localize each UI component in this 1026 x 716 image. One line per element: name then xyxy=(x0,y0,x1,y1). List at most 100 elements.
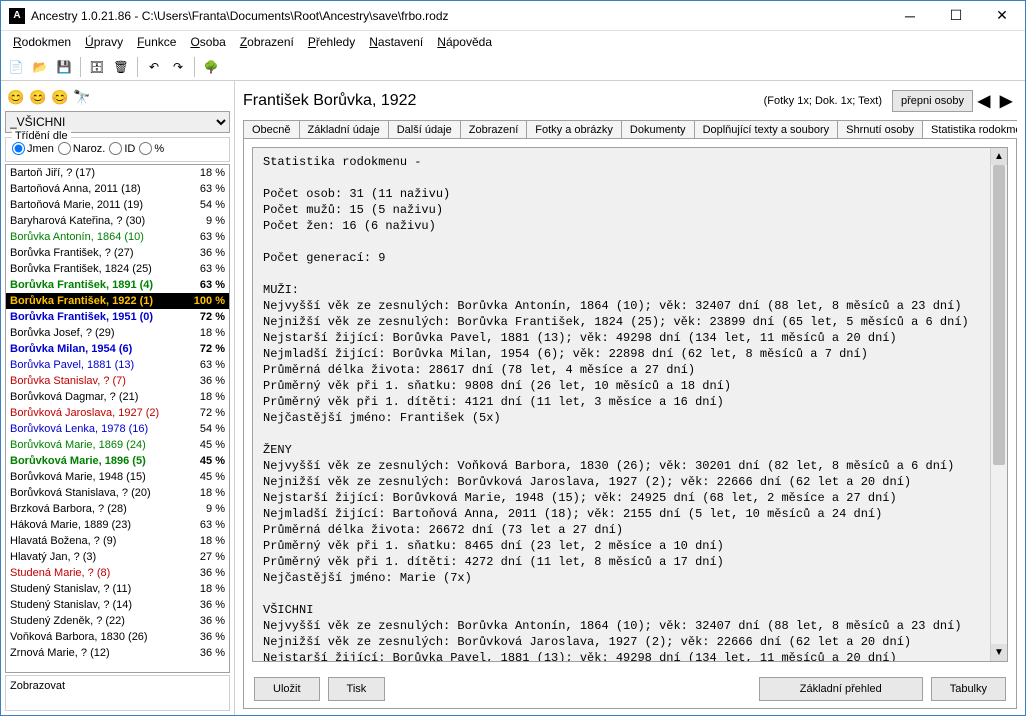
menu-funkce[interactable]: Funkce xyxy=(131,33,182,51)
list-item[interactable]: Borůvková Stanislava, ? (20)18 % xyxy=(6,485,229,501)
tab-6[interactable]: Doplňující texty a soubory xyxy=(694,120,839,139)
sort-jmen[interactable]: Jmen xyxy=(12,142,54,155)
list-item[interactable]: Bartoňová Marie, 2011 (19)54 % xyxy=(6,197,229,213)
list-item[interactable]: Hlavatá Božena, ? (9)18 % xyxy=(6,533,229,549)
tables-button[interactable]: Tabulky xyxy=(931,677,1006,701)
sort-id[interactable]: ID xyxy=(109,142,135,155)
tab-3[interactable]: Zobrazení xyxy=(460,120,528,139)
person-name: Studený Zdeněk, ? (22) xyxy=(10,613,125,629)
close-button[interactable]: ✕ xyxy=(979,1,1025,31)
list-item[interactable]: Borůvka František, 1922 (1)100 % xyxy=(6,293,229,309)
tab-0[interactable]: Obecně xyxy=(243,120,300,139)
person-name: Borůvka František, 1922 (1) xyxy=(10,293,153,309)
list-item[interactable]: Borůvka František, 1824 (25)63 % xyxy=(6,261,229,277)
list-item[interactable]: Borůvka Milan, 1954 (6)72 % xyxy=(6,341,229,357)
list-item[interactable]: Borůvka Stanislav, ? (7)36 % xyxy=(6,373,229,389)
person-other-icon[interactable]: 😊 xyxy=(51,88,69,106)
list-item[interactable]: Studená Marie, ? (8)36 % xyxy=(6,565,229,581)
scroll-thumb[interactable] xyxy=(993,165,1005,465)
scroll-up-icon[interactable]: ▲ xyxy=(991,148,1007,165)
sort-naroz[interactable]: Naroz. xyxy=(58,142,105,155)
list-item[interactable]: Zrnová Marie, ? (12)36 % xyxy=(6,645,229,661)
prev-person-icon[interactable]: ◀ xyxy=(973,90,995,112)
list-item[interactable]: Brzková Barbora, ? (28)9 % xyxy=(6,501,229,517)
person-pct: 18 % xyxy=(200,581,225,597)
person-pct: 63 % xyxy=(200,261,225,277)
list-item[interactable]: Háková Marie, 1889 (23)63 % xyxy=(6,517,229,533)
list-item[interactable]: Studený Zdeněk, ? (22) 36 % xyxy=(6,613,229,629)
save-button[interactable]: Uložit xyxy=(254,677,320,701)
list-item[interactable]: Borůvková Dagmar, ? (21)18 % xyxy=(6,389,229,405)
list-item[interactable]: Bartoň Jiří, ? (17)18 % xyxy=(6,165,229,181)
new-icon[interactable]: 📄 xyxy=(5,56,27,78)
tab-7[interactable]: Shrnutí osoby xyxy=(837,120,923,139)
menu-rodokmen[interactable]: Rodokmen xyxy=(7,33,77,51)
menu-zobrazení[interactable]: Zobrazení xyxy=(234,33,300,51)
open-icon[interactable]: 📂 xyxy=(29,56,51,78)
person-name: Studený Stanislav, ? (14) xyxy=(10,597,132,613)
list-item[interactable]: Borůvka Josef, ? (29)18 % xyxy=(6,325,229,341)
list-item[interactable]: Borůvka Antonín, 1864 (10)63 % xyxy=(6,229,229,245)
list-item[interactable]: Borůvková Lenka, 1978 (16)54 % xyxy=(6,421,229,437)
saveall-icon[interactable]: 🗄 xyxy=(86,56,108,78)
list-item[interactable]: Borůvka František, ? (27)36 % xyxy=(6,245,229,261)
list-item[interactable]: Voňková Barbora, 1830 (26)36 % xyxy=(6,629,229,645)
menu-nastavení[interactable]: Nastavení xyxy=(363,33,429,51)
sort-pct[interactable]: % xyxy=(139,142,164,155)
list-item[interactable]: Studený Stanislav, ? (11) 18 % xyxy=(6,581,229,597)
list-item[interactable]: Borůvka František, 1951 (0)72 % xyxy=(6,309,229,325)
menu-nápověda[interactable]: Nápověda xyxy=(431,33,498,51)
menu-úpravy[interactable]: Úpravy xyxy=(79,33,129,51)
list-item[interactable]: Hlavatý Jan, ? (3)27 % xyxy=(6,549,229,565)
swap-persons-button[interactable]: přepni osoby xyxy=(892,90,973,112)
tab-5[interactable]: Dokumenty xyxy=(621,120,695,139)
list-item[interactable]: Borůvková Marie, 1896 (5)45 % xyxy=(6,453,229,469)
tab-2[interactable]: Další údaje xyxy=(388,120,461,139)
delete-icon[interactable]: 🗑 xyxy=(110,56,132,78)
redo-icon[interactable]: ↷ xyxy=(167,56,189,78)
list-item[interactable]: Studený Stanislav, ? (14)36 % xyxy=(6,597,229,613)
scrollbar[interactable]: ▲ ▼ xyxy=(990,148,1007,661)
list-item[interactable]: Borůvka František, 1891 (4)63 % xyxy=(6,277,229,293)
list-item[interactable]: Borůvková Jaroslava, 1927 (2)72 % xyxy=(6,405,229,421)
tab-4[interactable]: Fotky a obrázky xyxy=(526,120,622,139)
minimize-button[interactable]: ─ xyxy=(887,1,933,31)
person-name: Zrnová Marie, ? (12) xyxy=(10,645,110,661)
tree-icon[interactable]: 🌳 xyxy=(200,56,222,78)
list-item[interactable]: Baryharová Kateřina, ? (30)9 % xyxy=(6,213,229,229)
list-item[interactable]: Borůvková Marie, 1948 (15)45 % xyxy=(6,469,229,485)
menu-osoba[interactable]: Osoba xyxy=(184,33,231,51)
toolbar-sep xyxy=(194,57,195,77)
person-pct: 9 % xyxy=(206,501,225,517)
show-box: Zobrazovat xyxy=(5,675,230,711)
person-name: Studený Stanislav, ? (11) xyxy=(10,581,131,597)
maximize-button[interactable]: ☐ xyxy=(933,1,979,31)
person-pct: 18 % xyxy=(200,165,225,181)
person-pct: 9 % xyxy=(206,213,225,229)
sort-legend: Třídění dle xyxy=(12,130,71,142)
person-pct: 36 % xyxy=(200,245,225,261)
list-item[interactable]: Bartoňová Anna, 2011 (18)63 % xyxy=(6,181,229,197)
person-pct: 36 % xyxy=(200,613,225,629)
titlebar: A Ancestry 1.0.21.86 - C:\Users\Franta\D… xyxy=(1,1,1025,31)
person-pct: 63 % xyxy=(200,229,225,245)
search-icon[interactable]: 🔭 xyxy=(73,88,91,106)
person-pct: 54 % xyxy=(200,197,225,213)
scroll-down-icon[interactable]: ▼ xyxy=(991,644,1007,661)
person-list[interactable]: Bartoň Jiří, ? (17)18 %Bartoňová Anna, 2… xyxy=(5,164,230,673)
next-person-icon[interactable]: ▶ xyxy=(995,90,1017,112)
menu-přehledy[interactable]: Přehledy xyxy=(302,33,361,51)
person-male-icon[interactable]: 😊 xyxy=(7,88,25,106)
tab-body: Statistika rodokmenu - Počet osob: 31 (1… xyxy=(243,139,1017,709)
tab-8[interactable]: Statistika rodokmenu xyxy=(922,120,1017,139)
list-item[interactable]: Borůvka Pavel, 1881 (13)63 % xyxy=(6,357,229,373)
save-icon[interactable]: 💾 xyxy=(53,56,75,78)
person-pct: 18 % xyxy=(200,325,225,341)
undo-icon[interactable]: ↶ xyxy=(143,56,165,78)
print-button[interactable]: Tisk xyxy=(328,677,386,701)
overview-button[interactable]: Základní přehled xyxy=(759,677,923,701)
person-female-icon[interactable]: 😊 xyxy=(29,88,47,106)
tab-1[interactable]: Základní údaje xyxy=(299,120,389,139)
person-name: Voňková Barbora, 1830 (26) xyxy=(10,629,148,645)
list-item[interactable]: Borůvková Marie, 1869 (24)45 % xyxy=(6,437,229,453)
